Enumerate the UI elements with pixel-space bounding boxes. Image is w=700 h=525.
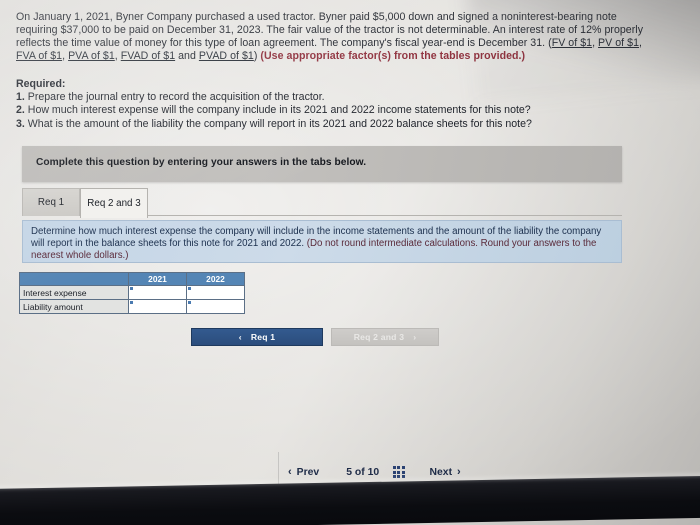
required-item-3-text: What is the amount of the liability the … <box>27 117 532 130</box>
req-1-button[interactable]: ‹ Req 1 <box>191 328 323 346</box>
page-content: On January 1, 2021, Byner Company purcha… <box>0 0 700 525</box>
cell-interest-expense-2022[interactable] <box>186 285 245 300</box>
tab-req-2-and-3[interactable]: Req 2 and 3 <box>80 188 148 218</box>
grid-view-icon[interactable] <box>393 466 405 478</box>
answer-table: 2021 2022 Interest expense Liability amo… <box>19 272 245 314</box>
required-item-2-number: 2. <box>16 104 25 117</box>
page-count-label: 5 of 10 <box>346 466 380 478</box>
requirement-tabs: Req 1 Req 2 and 3 <box>22 188 622 218</box>
sep: and <box>175 50 199 62</box>
link-fvad-of-1[interactable]: FVAD of $1 <box>121 50 175 62</box>
tab-req-2-and-3-label: Req 2 and 3 <box>87 198 141 209</box>
bottom-pager: ‹ Prev 5 of 10 Next › <box>288 466 461 478</box>
instruction-text: Determine how much interest expense the … <box>31 226 616 262</box>
link-pv-of-1[interactable]: PV of $1 <box>598 37 639 49</box>
required-item-1-text: Prepare the journal entry to record the … <box>27 91 325 104</box>
req-2-and-3-button-label: Req 2 and 3 <box>353 332 405 342</box>
instruction-box: Determine how much interest expense the … <box>22 220 622 263</box>
req-2-and-3-button[interactable]: Req 2 and 3 › <box>331 328 439 346</box>
header-2021: 2021 <box>128 272 187 286</box>
required-item-2: 2. How much interest expense will the co… <box>16 104 636 117</box>
required-title: Required: <box>16 78 66 90</box>
photo-bottom-bezel <box>0 475 700 525</box>
tab-req-1-label: Req 1 <box>37 197 65 208</box>
next-button-label: Next <box>429 466 453 478</box>
sep: , <box>639 37 642 49</box>
table-header-row: 2021 2022 <box>19 272 245 286</box>
required-item-3-number: 3. <box>16 117 25 130</box>
problem-statement: On January 1, 2021, Byner Company purcha… <box>16 11 661 63</box>
row-label-interest-expense: Interest expense <box>19 285 129 300</box>
header-blank <box>19 272 129 286</box>
link-fva-of-1[interactable]: FVA of $1 <box>16 50 62 62</box>
next-button[interactable]: Next › <box>430 466 461 478</box>
table-row: Interest expense <box>19 285 245 300</box>
complete-question-text: Complete this question by entering your … <box>36 157 367 168</box>
cell-liability-amount-2021[interactable] <box>128 299 187 314</box>
row-label-liability-amount: Liability amount <box>19 299 129 314</box>
tab-req-1[interactable]: Req 1 <box>22 188 80 216</box>
problem-text: On January 1, 2021, Byner Company purcha… <box>16 11 644 49</box>
required-item-3: 3. What is the amount of the liability t… <box>16 118 636 131</box>
header-2022: 2022 <box>186 272 245 286</box>
required-item-1-number: 1. <box>16 91 25 104</box>
link-pvad-of-1[interactable]: PVAD of $1 <box>199 50 254 62</box>
use-factors-note: (Use appropriate factor(s) from the tabl… <box>260 50 526 62</box>
required-item-2-text: How much interest expense will the compa… <box>27 104 531 117</box>
req-1-button-label: Req 1 <box>250 332 276 342</box>
chevron-left-icon: ‹ <box>288 466 292 478</box>
required-item-1: 1. Prepare the journal entry to record t… <box>16 91 636 104</box>
complete-question-panel: Complete this question by entering your … <box>22 146 622 182</box>
cell-liability-amount-2022[interactable] <box>186 299 245 314</box>
required-section: Required: 1. Prepare the journal entry t… <box>16 78 636 131</box>
chevron-right-icon: › <box>413 332 417 342</box>
cell-interest-expense-2021[interactable] <box>128 285 187 300</box>
prev-button[interactable]: ‹ Prev <box>288 466 319 478</box>
table-row: Liability amount <box>19 299 245 314</box>
chevron-left-icon: ‹ <box>238 332 242 342</box>
link-fv-of-1[interactable]: FV of $1 <box>552 37 592 49</box>
prev-button-label: Prev <box>296 466 320 478</box>
chevron-right-icon: › <box>457 466 461 478</box>
link-pva-of-1[interactable]: PVA of $1 <box>68 50 115 62</box>
